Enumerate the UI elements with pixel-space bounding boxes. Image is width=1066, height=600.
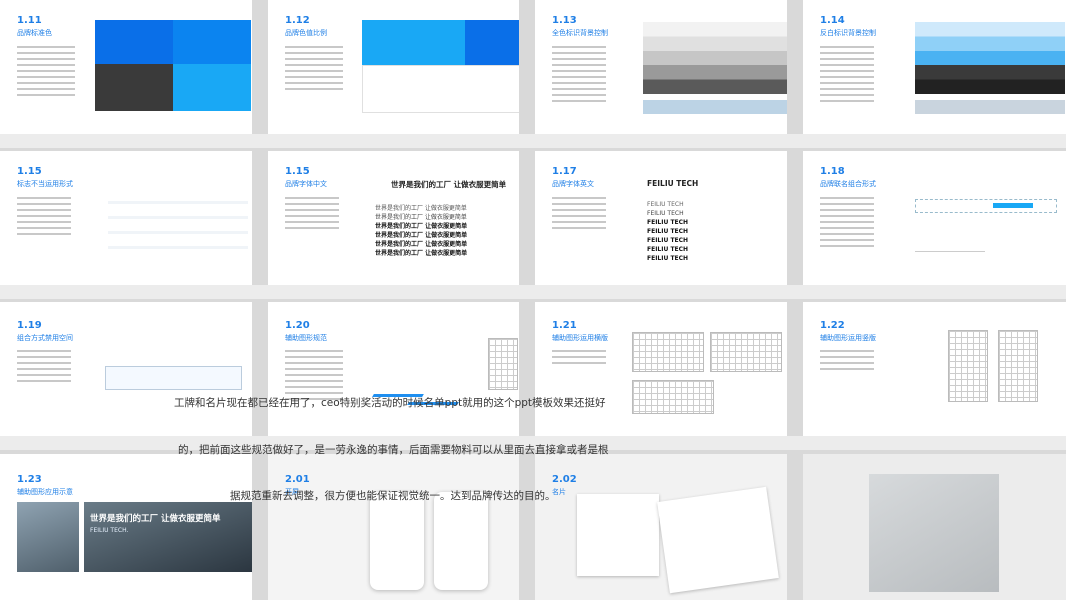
ratio-block-white: [362, 65, 519, 113]
badge-photo: [869, 474, 999, 592]
caption-line-3: 据规范重新去调整，很方便也能保证视觉统一。达到品牌传达的目的。: [230, 490, 556, 502]
page-number: 1.11: [17, 15, 42, 26]
caption-line-2: 的，把前面这些规范做好了，是一劳永逸的事情，后面需要物料可以从里面去直接拿或者是…: [178, 444, 609, 456]
page-number: 1.19: [17, 320, 42, 331]
page-number: 1.15: [285, 166, 310, 177]
page-number: 1.17: [552, 166, 577, 177]
body-text: [552, 46, 606, 106]
font-headline: 世界是我们的工厂 让做衣服更简单: [391, 180, 507, 189]
page-1-13: 1.13 全色标识背景控制: [535, 0, 787, 134]
page-number: 1.13: [552, 15, 577, 26]
page-1-15b: 1.15 品牌字体中文 世界是我们的工厂 让做衣服更简单 世界是我们的工厂 让做…: [268, 151, 519, 285]
badge-mockup: [803, 454, 1066, 600]
background-control-grid: [643, 22, 787, 94]
page-title: 组合方式禁用空间: [17, 334, 73, 342]
page-title: 品牌色值比例: [285, 29, 327, 37]
page-title: 品牌字体中文: [285, 180, 327, 188]
page-1-23: 1.23 辅助图形应用示意 世界是我们的工厂 让做衣服更简单 FEILIU TE…: [0, 454, 252, 600]
page-number: 2.02: [552, 474, 577, 485]
page-title: 辅助图形应用示意: [17, 488, 73, 496]
layout-horizontal-1: [632, 332, 704, 372]
splash-phone-2: [434, 492, 488, 590]
english-rows: FEILIU TECH FEILIU TECH FEILIU TECH FEIL…: [647, 201, 689, 262]
page-title: 反白标识背景控制: [820, 29, 876, 37]
page-2-02: 2.02 名片: [535, 454, 787, 600]
footer-strip-row2: [0, 285, 1066, 299]
page-number: 2.01: [285, 474, 310, 485]
english-headline: FEILIU TECH: [647, 179, 699, 188]
page-1-14: 1.14 反白标识背景控制: [803, 0, 1066, 134]
business-card-front: [577, 494, 659, 576]
body-text: [552, 197, 606, 233]
body-text: [17, 350, 71, 386]
graphic-grid: [488, 338, 518, 390]
page-title: 品牌字体英文: [552, 180, 594, 188]
layout-horizontal-2: [710, 332, 782, 372]
swatch-light: [173, 64, 251, 111]
page-1-11: 1.11 品牌标准色: [0, 0, 252, 134]
page-number: 1.23: [17, 474, 42, 485]
page-number: 1.12: [285, 15, 310, 26]
photo-strip: [915, 100, 1065, 114]
page-title: 品牌标准色: [17, 29, 52, 37]
page-title: 品牌联名组合形式: [820, 180, 876, 188]
clearspace-box: [105, 366, 242, 390]
layout-horizontal-3: [632, 380, 714, 414]
page-title: 标志不当运用形式: [17, 180, 73, 188]
application-photo-banner: 世界是我们的工厂 让做衣服更简单 FEILIU TECH.: [84, 502, 252, 572]
body-text: [820, 350, 874, 374]
page-number: 1.22: [820, 320, 845, 331]
layout-vertical-1: [948, 330, 988, 402]
reverse-control-grid: [915, 22, 1065, 94]
page-title: 辅助图形运用竖版: [820, 334, 876, 342]
business-card-back: [657, 486, 779, 594]
page-title: 辅助图形运用横版: [552, 334, 608, 342]
page-number: 1.20: [285, 320, 310, 331]
page-title: 辅助图形规范: [285, 334, 327, 342]
page-number: 1.18: [820, 166, 845, 177]
font-rows: 世界是我们的工厂 让做衣服更简单 世界是我们的工厂 让做衣服更简单 世界是我们的…: [375, 205, 468, 257]
page-1-15a: 1.15 标志不当运用形式: [0, 151, 252, 285]
body-text: [285, 46, 343, 94]
page-1-17: 1.17 品牌字体英文 FEILIU TECH FEILIU TECH FEIL…: [535, 151, 787, 285]
cobrand-lockup-2: [915, 241, 985, 252]
ratio-block-secondary: [362, 20, 465, 65]
page-2-01: 2.01 开屏: [268, 454, 519, 600]
page-1-18: 1.18 品牌联名组合形式: [803, 151, 1066, 285]
page-number: 1.21: [552, 320, 577, 331]
misuse-examples: [108, 189, 248, 249]
body-text: [285, 197, 339, 233]
body-text: [552, 350, 606, 368]
page-1-12: 1.12 品牌色值比例: [268, 0, 519, 134]
swatch-dark: [95, 64, 173, 111]
application-photo-small: [17, 502, 79, 572]
swatch-primary: [95, 20, 173, 64]
page-number: 1.15: [17, 166, 42, 177]
page-1-20: 1.20 辅助图形规范: [268, 302, 519, 436]
body-text: [820, 46, 874, 106]
ratio-block-primary: [465, 20, 519, 65]
body-text: [17, 46, 75, 100]
page-1-19: 1.19 组合方式禁用空间: [0, 302, 252, 436]
banner-title: 世界是我们的工厂 让做衣服更简单: [90, 514, 221, 524]
caption-line-1: 工牌和名片现在都已经在用了，ceo特别奖活动的时候名单ppt就用的这个ppt模板…: [174, 397, 606, 409]
swatch-primary-alt: [173, 20, 251, 64]
body-text: [17, 197, 71, 239]
page-1-22: 1.22 辅助图形运用竖版: [803, 302, 1066, 436]
footer-strip-row1: [0, 134, 1066, 148]
banner-subtitle: FEILIU TECH.: [90, 527, 129, 534]
photo-strip: [643, 100, 787, 114]
layout-vertical-2: [998, 330, 1038, 402]
page-title: 全色标识背景控制: [552, 29, 608, 37]
page-number: 1.14: [820, 15, 845, 26]
page-1-21: 1.21 辅助图形运用横版: [535, 302, 787, 436]
splash-phone-1: [370, 492, 424, 590]
cobrand-lockup: [915, 199, 1057, 213]
body-text: [820, 197, 874, 251]
